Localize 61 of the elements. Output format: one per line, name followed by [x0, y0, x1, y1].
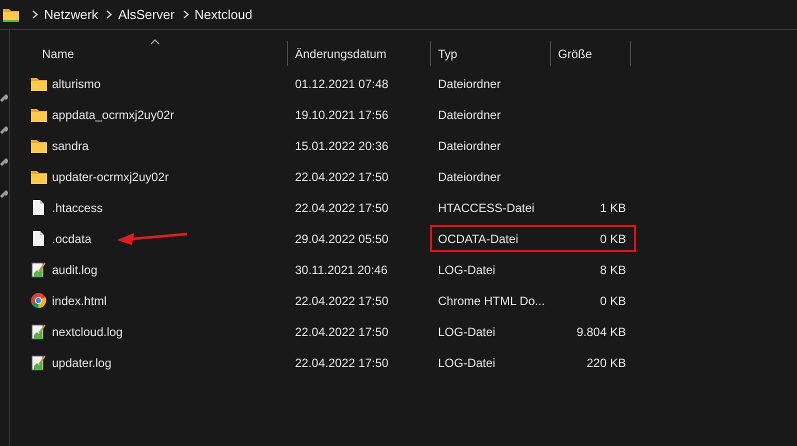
file-name[interactable]: updater-ocrmxj2uy02r [52, 170, 169, 184]
folder-icon [30, 75, 47, 92]
notepad-icon [30, 323, 47, 340]
folder-icon [30, 106, 47, 123]
pin-icon [0, 124, 8, 134]
pin-icon [0, 156, 8, 166]
type-cell-text: Dateiordner [437, 170, 502, 184]
date-cell-text: 22.04.2022 17:50 [294, 200, 390, 214]
column-header[interactable]: Name [22, 41, 288, 66]
size-cell-text: 220 KB [586, 356, 627, 370]
date-cell-text: 19.10.2021 17:56 [294, 108, 390, 122]
type-cell-text: LOG-Datei [437, 262, 496, 276]
folder-icon [2, 6, 20, 23]
breadcrumb-item[interactable]: Netzwerk [44, 7, 98, 22]
date-cell-text: 15.01.2022 20:36 [294, 138, 390, 152]
date-cell-text: 29.04.2022 05:50 [294, 232, 390, 246]
chevron-icon [182, 9, 190, 20]
date-cell-text: 22.04.2022 17:50 [294, 356, 390, 370]
file-name[interactable]: .htaccess [52, 200, 103, 214]
type-cell-text: LOG-Datei [437, 356, 496, 370]
pin-icon [0, 188, 8, 198]
folder-icon [30, 168, 47, 185]
pin-icon [0, 92, 8, 102]
size-cell-text: 1 KB [598, 200, 627, 214]
browser-icon [30, 292, 47, 309]
file-name[interactable]: .ocdata [52, 232, 92, 246]
file-icon [30, 199, 47, 216]
notepad-icon [30, 261, 47, 278]
size-cell-text: 0 KB [598, 294, 627, 308]
type-cell-text: OCDATA-Datei [437, 232, 520, 246]
size-cell-text: 8 KB [598, 262, 627, 276]
file-icon [30, 230, 47, 247]
date-cell-text: 22.04.2022 17:50 [294, 294, 390, 308]
file-name[interactable]: index.html [52, 294, 107, 308]
date-cell-text: 01.12.2021 07:48 [294, 76, 390, 90]
type-cell-text: LOG-Datei [437, 324, 496, 338]
notepad-icon [30, 354, 47, 371]
size-cell-text: 9.804 KB [576, 324, 627, 338]
breadcrumb-item[interactable]: Nextcloud [194, 7, 252, 22]
type-cell-text: HTACCESS-Datei [437, 200, 536, 214]
type-cell-text: Chrome HTML Do... [437, 294, 546, 308]
column-header[interactable]: Typ [431, 41, 551, 66]
date-cell-text: 30.11.2021 20:46 [294, 262, 389, 276]
size-cell-text: 0 KB [598, 232, 627, 246]
column-header[interactable]: Änderungsdatum [288, 41, 431, 66]
type-cell-text: Dateiordner [437, 138, 502, 152]
chevron-icon [105, 9, 114, 20]
breadcrumb-item[interactable]: AlsServer [118, 7, 175, 22]
column-header[interactable]: Größe [551, 41, 631, 66]
type-cell-text: Dateiordner [437, 76, 502, 90]
file-name[interactable]: nextcloud.log [52, 324, 123, 338]
chevron-icon [31, 9, 39, 20]
file-name[interactable]: appdata_ocrmxj2uy02r [52, 108, 174, 122]
type-cell-text: Dateiordner [437, 108, 502, 122]
file-name[interactable]: alturismo [52, 76, 101, 90]
date-cell-text: 22.04.2022 17:50 [294, 324, 390, 338]
file-name[interactable]: sandra [52, 138, 89, 152]
file-name[interactable]: audit.log [52, 262, 98, 276]
date-cell-text: 22.04.2022 17:50 [294, 170, 390, 184]
file-name[interactable]: updater.log [52, 356, 112, 370]
folder-icon [30, 137, 47, 154]
